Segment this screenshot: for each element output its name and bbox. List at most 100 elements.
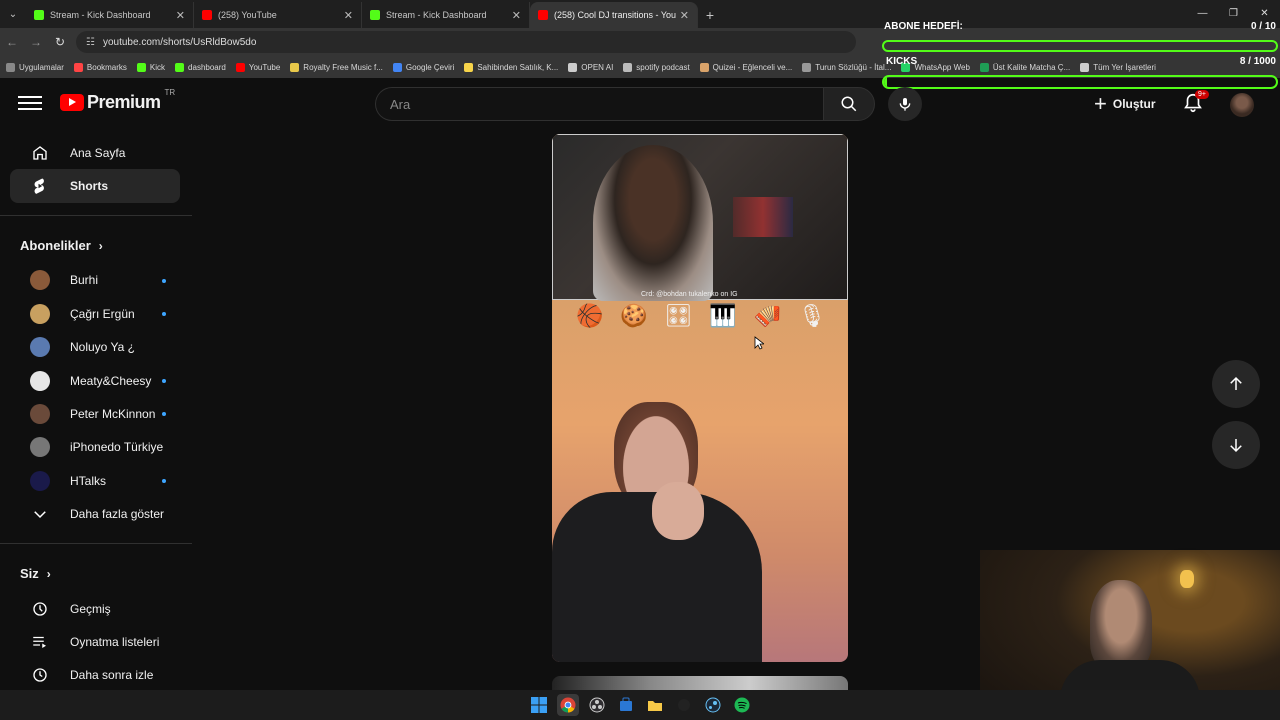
new-content-dot bbox=[162, 412, 166, 417]
create-button[interactable]: + Oluştur bbox=[1094, 92, 1156, 116]
video-emoji: 🎹 bbox=[709, 303, 737, 328]
sidebar-item-home[interactable]: Ana Sayfa bbox=[10, 136, 180, 169]
next-short-button[interactable] bbox=[1212, 421, 1260, 469]
sidebar: Ana Sayfa Shorts Abonelikler › Burhi Çağr… bbox=[0, 136, 192, 696]
reload-icon[interactable]: ↻ bbox=[48, 30, 72, 54]
video-subject bbox=[552, 402, 848, 662]
back-icon[interactable]: ← bbox=[0, 30, 24, 54]
browser-tab[interactable]: (258) YouTube ✕ bbox=[194, 2, 362, 28]
microphone-icon bbox=[899, 98, 911, 111]
sidebar-subscription-item[interactable]: iPhonedo Türkiye bbox=[10, 431, 180, 464]
bookmark-item[interactable]: spotify podcast bbox=[623, 62, 690, 72]
create-label: Oluştur bbox=[1112, 97, 1156, 111]
url-field[interactable]: ☷ youtube.com/shorts/UsRldBow5do bbox=[76, 31, 856, 53]
sidebar-item-watch-later[interactable]: Daha sonra izle bbox=[10, 659, 180, 692]
bookmark-label: Quizei - Eğlenceli ve... bbox=[712, 62, 793, 72]
url-text: youtube.com/shorts/UsRldBow5do bbox=[102, 36, 257, 48]
new-tab-button[interactable]: + bbox=[698, 2, 722, 28]
bookmark-item[interactable]: Royalty Free Music f... bbox=[290, 62, 383, 72]
you-title: Siz bbox=[20, 566, 39, 582]
browser-tab[interactable]: Stream - Kick Dashboard ✕ bbox=[26, 2, 194, 28]
show-more-button[interactable]: Daha fazla göster bbox=[10, 498, 180, 531]
next-short-preview[interactable] bbox=[552, 676, 848, 690]
kick-favicon-icon bbox=[370, 10, 380, 20]
you-header[interactable]: Siz › bbox=[0, 556, 192, 592]
voice-search-button[interactable] bbox=[888, 87, 922, 121]
new-content-dot bbox=[162, 479, 166, 484]
bookmark-label: Bookmarks bbox=[86, 62, 127, 72]
sidebar-subscription-item[interactable]: Noluyo Ya ¿ bbox=[10, 331, 180, 364]
bookmark-label: Royalty Free Music f... bbox=[303, 62, 383, 72]
new-content-dot bbox=[162, 312, 166, 317]
channel-name: HTalks bbox=[70, 473, 107, 488]
bookmark-item[interactable]: Kick bbox=[136, 62, 165, 72]
channel-avatar bbox=[30, 404, 50, 425]
account-avatar[interactable] bbox=[1230, 93, 1254, 117]
bookmark-item[interactable]: dashboard bbox=[175, 62, 226, 72]
sidebar-subscription-item[interactable]: Peter McKinnon bbox=[10, 397, 180, 430]
sidebar-item-playlists[interactable]: Oynatma listeleri bbox=[10, 625, 180, 658]
browser-tab-active[interactable]: (258) Cool DJ transitions - YouT ✕ bbox=[530, 2, 698, 28]
windows-start-icon[interactable] bbox=[528, 694, 550, 716]
bookmark-item[interactable]: Bookmarks bbox=[73, 62, 127, 72]
close-tab-icon[interactable]: ✕ bbox=[176, 9, 185, 22]
windows-taskbar bbox=[0, 690, 1280, 720]
search-button[interactable] bbox=[823, 87, 875, 121]
bookmark-item[interactable]: YouTube bbox=[235, 62, 280, 72]
bookmark-item[interactable]: Google Çeviri bbox=[392, 62, 454, 72]
file-explorer-icon[interactable] bbox=[644, 694, 666, 716]
chrome-icon[interactable] bbox=[556, 694, 579, 716]
menu-icon[interactable] bbox=[18, 96, 42, 112]
bookmark-icon bbox=[699, 62, 709, 72]
bookmark-label: Uygulamalar bbox=[19, 62, 64, 72]
tab-search-icon[interactable]: ⌄ bbox=[0, 0, 26, 28]
close-tab-icon[interactable]: ✕ bbox=[512, 9, 521, 22]
bookmark-icon bbox=[235, 62, 245, 72]
video-credit: Crd: @bohdan tukalenko on IG bbox=[641, 291, 738, 298]
subscriptions-title: Abonelikler bbox=[20, 238, 91, 254]
sidebar-subscription-item[interactable]: HTalks bbox=[10, 464, 180, 497]
sidebar-divider bbox=[0, 542, 192, 544]
bookmark-item[interactable]: Uygulamalar bbox=[6, 62, 64, 72]
channel-name: Burhi bbox=[70, 273, 99, 288]
previous-short-button[interactable] bbox=[1212, 360, 1260, 408]
bookmark-icon bbox=[175, 62, 185, 72]
sidebar-subscription-item[interactable]: Burhi bbox=[10, 264, 180, 297]
video-inset-frame: Crd: @bohdan tukalenko on IG bbox=[552, 134, 848, 301]
youtube-premium-logo[interactable]: Premium TR bbox=[60, 88, 175, 113]
channel-avatar bbox=[30, 270, 50, 291]
subscriptions-header[interactable]: Abonelikler › bbox=[0, 228, 192, 264]
region-code: TR bbox=[164, 88, 176, 97]
new-content-dot bbox=[162, 278, 166, 283]
browser-tab[interactable]: Stream - Kick Dashboard ✕ bbox=[362, 2, 530, 28]
bookmark-item[interactable]: Quizei - Eğlenceli ve... bbox=[699, 62, 793, 72]
video-person bbox=[593, 145, 713, 301]
sidebar-item-history[interactable]: Geçmiş bbox=[10, 592, 180, 625]
tab-title: (258) Cool DJ transitions - YouT bbox=[554, 10, 676, 20]
bookmark-item[interactable]: Sahibinden Satılık, K... bbox=[464, 62, 558, 72]
sidebar-subscription-item[interactable]: Çağrı Ergün bbox=[10, 297, 180, 330]
subscriber-goal-bar bbox=[882, 40, 1278, 52]
obs-icon[interactable] bbox=[586, 694, 608, 716]
bookmark-item[interactable]: Turun Sözlüğü - İtal... bbox=[802, 62, 891, 72]
spotify-icon[interactable] bbox=[731, 694, 753, 716]
sidebar-item-shorts[interactable]: Shorts bbox=[10, 169, 180, 203]
bookmark-icon bbox=[623, 62, 633, 72]
forward-icon[interactable]: → bbox=[24, 30, 48, 54]
search-input[interactable]: Ara bbox=[375, 87, 823, 121]
channel-name: Çağrı Ergün bbox=[70, 306, 135, 321]
site-info-icon[interactable]: ☷ bbox=[86, 37, 95, 48]
steam-icon[interactable] bbox=[702, 694, 724, 716]
tab-title: Stream - Kick Dashboard bbox=[50, 10, 151, 20]
bookmark-icon bbox=[290, 62, 300, 72]
sidebar-subscription-item[interactable]: Meaty&Cheesy bbox=[10, 364, 180, 397]
kicks-goal-count: 8 / 1000 bbox=[1239, 56, 1276, 67]
store-icon[interactable] bbox=[615, 694, 637, 716]
close-tab-icon[interactable]: ✕ bbox=[680, 9, 689, 22]
close-tab-icon[interactable]: ✕ bbox=[344, 9, 353, 22]
app-icon[interactable] bbox=[673, 694, 695, 716]
bookmark-item[interactable]: OPEN AI bbox=[568, 62, 613, 72]
tab-title: (258) YouTube bbox=[218, 10, 277, 20]
bookmark-icon bbox=[73, 62, 83, 72]
shorts-video-player[interactable]: Crd: @bohdan tukalenko on IG 🏀 🍪 🎛 🎹 🪗 🎙 bbox=[552, 134, 848, 662]
